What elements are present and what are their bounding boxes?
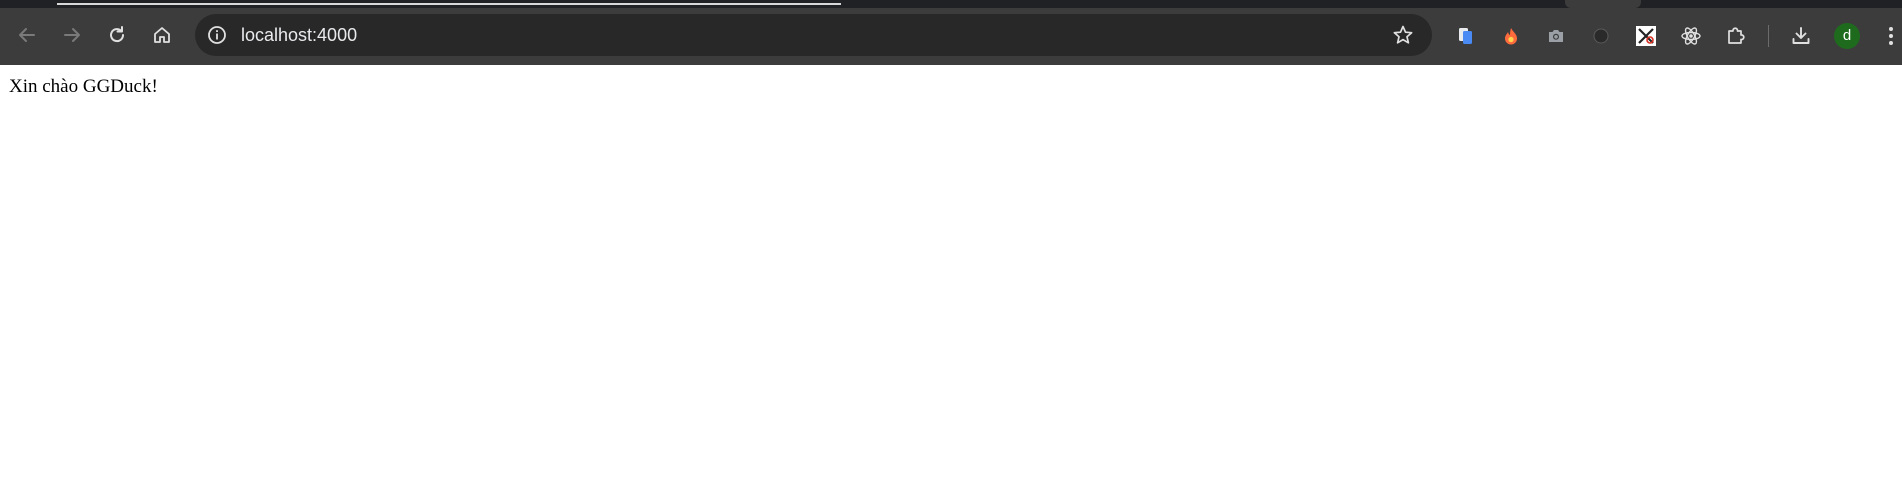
tab-strip: [0, 0, 1902, 8]
back-arrow-icon: [19, 28, 35, 42]
back-button[interactable]: [13, 21, 41, 49]
puzzle-extensions-icon: [1728, 27, 1745, 44]
tools-extension-button[interactable]: [1634, 24, 1658, 48]
address-bar[interactable]: localhost:4000: [195, 14, 1432, 56]
camera-extension-button[interactable]: [1544, 24, 1568, 48]
forward-button[interactable]: [58, 21, 86, 49]
reload-button[interactable]: [103, 21, 131, 49]
fire-extension-icon: [1505, 28, 1517, 45]
moon-extension-icon: [1593, 28, 1609, 44]
toolbar-divider: [1768, 25, 1769, 47]
bookmark-star-icon[interactable]: [1392, 24, 1414, 46]
chrome-menu-icon[interactable]: [1885, 24, 1897, 48]
moon-extension-button[interactable]: [1589, 24, 1613, 48]
tools-extension-icon: [1636, 26, 1656, 46]
fire-extension-button[interactable]: [1499, 24, 1523, 48]
site-info-icon[interactable]: [207, 25, 227, 45]
page-content: Xin chào GGDuck!: [0, 65, 1902, 493]
camera-extension-icon: [1549, 30, 1563, 42]
react-devtools-button[interactable]: [1679, 24, 1703, 48]
home-button[interactable]: [148, 21, 176, 49]
greeting-text: Xin chào GGDuck!: [9, 76, 158, 97]
home-icon: [154, 27, 170, 43]
downloads-button[interactable]: [1789, 24, 1813, 48]
copy-extension-button[interactable]: [1454, 24, 1478, 48]
react-devtools-icon: [1681, 27, 1701, 45]
url-text[interactable]: localhost:4000: [241, 25, 357, 45]
tab-strip-notch: [1565, 0, 1641, 8]
toolbar: localhost:4000 d: [0, 8, 1902, 65]
extensions-button[interactable]: [1724, 24, 1748, 48]
forward-arrow-icon: [64, 28, 80, 42]
browser-chrome: localhost:4000 d: [0, 0, 1902, 65]
profile-avatar[interactable]: d: [1834, 23, 1860, 49]
copy-extension-icon: [1459, 28, 1472, 44]
download-icon: [1792, 27, 1810, 44]
reload-icon: [110, 26, 125, 43]
tab-loading-bar: [57, 3, 841, 5]
